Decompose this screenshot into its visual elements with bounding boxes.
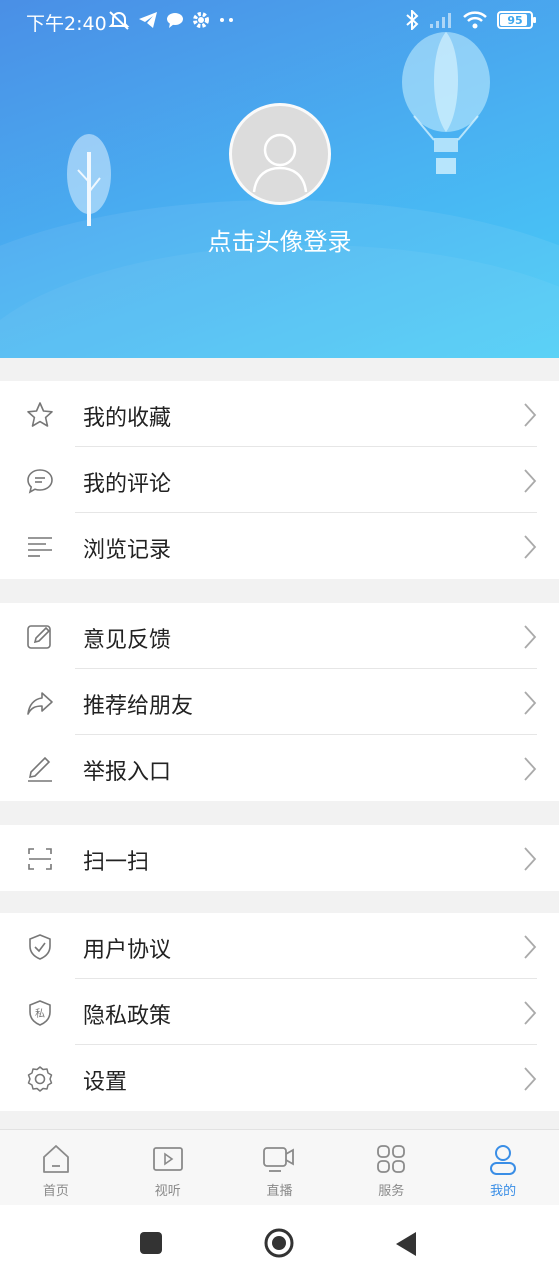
tab-home[interactable]: 首页 [0,1130,112,1205]
telegram-icon [139,12,157,28]
tree-illustration [67,134,111,226]
pencil-icon [28,756,52,782]
star-icon [27,402,53,427]
shield-check-icon [29,934,51,960]
chevron-right-icon [524,535,537,559]
chevron-right-icon [524,403,537,427]
back-button-icon[interactable] [394,1231,418,1257]
tab-mine[interactable]: 我的 [447,1130,559,1205]
menu-item-label: 扫一扫 [83,850,150,875]
live-camera-icon [263,1147,295,1172]
feedback-edit-icon [27,625,51,649]
bottom-tab-bar: 首页 视听 直播 服务 我的 [0,1129,559,1205]
wifi-icon [463,11,487,29]
chevron-right-icon [524,1067,537,1091]
menu-item-label: 我的评论 [83,472,172,497]
chat-bubble-icon [167,13,183,28]
bluetooth-icon [406,10,419,30]
avatar[interactable] [229,103,331,205]
mute-bell-icon [108,11,130,30]
signal-icon [430,13,451,28]
tab-live[interactable]: 直播 [224,1130,336,1205]
system-navigation-bar [0,1205,559,1280]
chevron-right-icon [524,625,537,649]
login-prompt[interactable]: 点击头像登录 [0,222,559,257]
comment-icon [27,469,53,494]
home-icon [42,1145,69,1173]
menu-item-feedback[interactable]: 意见反馈 [0,603,559,669]
chevron-right-icon [524,469,537,493]
share-icon [27,692,53,715]
menu-item-settings[interactable]: 设置 [0,1045,559,1111]
tab-services[interactable]: 服务 [335,1130,447,1205]
menu-item-label: 浏览记录 [83,538,172,563]
battery-level: 95 [507,13,523,27]
menu-item-label: 我的收藏 [83,406,172,431]
menu-group-personal: 我的收藏 我的评论 浏览记录 [0,381,559,579]
menu-group-feedback: 意见反馈 推荐给朋友 举报入口 [0,603,559,801]
more-dots-icon [220,18,233,22]
menu-group-scan: 扫一扫 [0,825,559,891]
chevron-right-icon [524,691,537,715]
menu-item-privacy-policy[interactable]: 私 隐私政策 [0,979,559,1045]
default-avatar-icon [252,133,308,193]
user-icon [490,1145,517,1175]
profile-header: 下午2:40 95 点击头像登录 [0,0,559,358]
history-list-icon [28,537,52,557]
menu-item-label: 推荐给朋友 [83,694,194,719]
chevron-right-icon [524,847,537,871]
settings-small-icon [193,12,209,28]
menu-item-label: 设置 [83,1070,128,1095]
svg-text:私: 私 [35,1008,45,1020]
gear-icon [27,1066,53,1092]
tab-label: 服务 [378,1184,405,1199]
menu-item-user-agreement[interactable]: 用户协议 [0,913,559,979]
menu-item-label: 举报入口 [83,760,172,785]
home-button-icon[interactable] [263,1227,295,1259]
status-left-icons [108,10,236,30]
tab-label: 我的 [490,1184,517,1199]
menu-item-recommend[interactable]: 推荐给朋友 [0,669,559,735]
tab-video[interactable]: 视听 [112,1130,224,1205]
status-time: 下午2:40 [26,13,107,35]
menu-group-legal: 用户协议 私 隐私政策 设置 [0,913,559,1111]
tab-label: 视听 [154,1184,181,1199]
menu-item-favorites[interactable]: 我的收藏 [0,381,559,447]
privacy-shield-icon: 私 [29,1000,51,1026]
tab-label: 首页 [42,1184,69,1199]
hot-air-balloon-illustration [402,32,490,174]
grid-icon [377,1145,406,1173]
menu-item-label: 隐私政策 [83,1004,172,1029]
menu-item-report[interactable]: 举报入口 [0,735,559,801]
chevron-right-icon [524,1001,537,1025]
menu-item-label: 用户协议 [83,938,172,963]
chevron-right-icon [524,935,537,959]
menu-item-scan[interactable]: 扫一扫 [0,825,559,891]
menu-item-history[interactable]: 浏览记录 [0,513,559,579]
video-play-icon [152,1147,183,1171]
status-right-icons: 95 [405,10,536,30]
chevron-right-icon [524,757,537,781]
menu-item-label: 意见反馈 [83,628,172,653]
recent-apps-icon[interactable] [139,1231,163,1255]
tab-label: 直播 [266,1184,293,1199]
scan-icon [28,848,52,870]
battery-icon: 95 [497,11,536,29]
menu-item-comments[interactable]: 我的评论 [0,447,559,513]
